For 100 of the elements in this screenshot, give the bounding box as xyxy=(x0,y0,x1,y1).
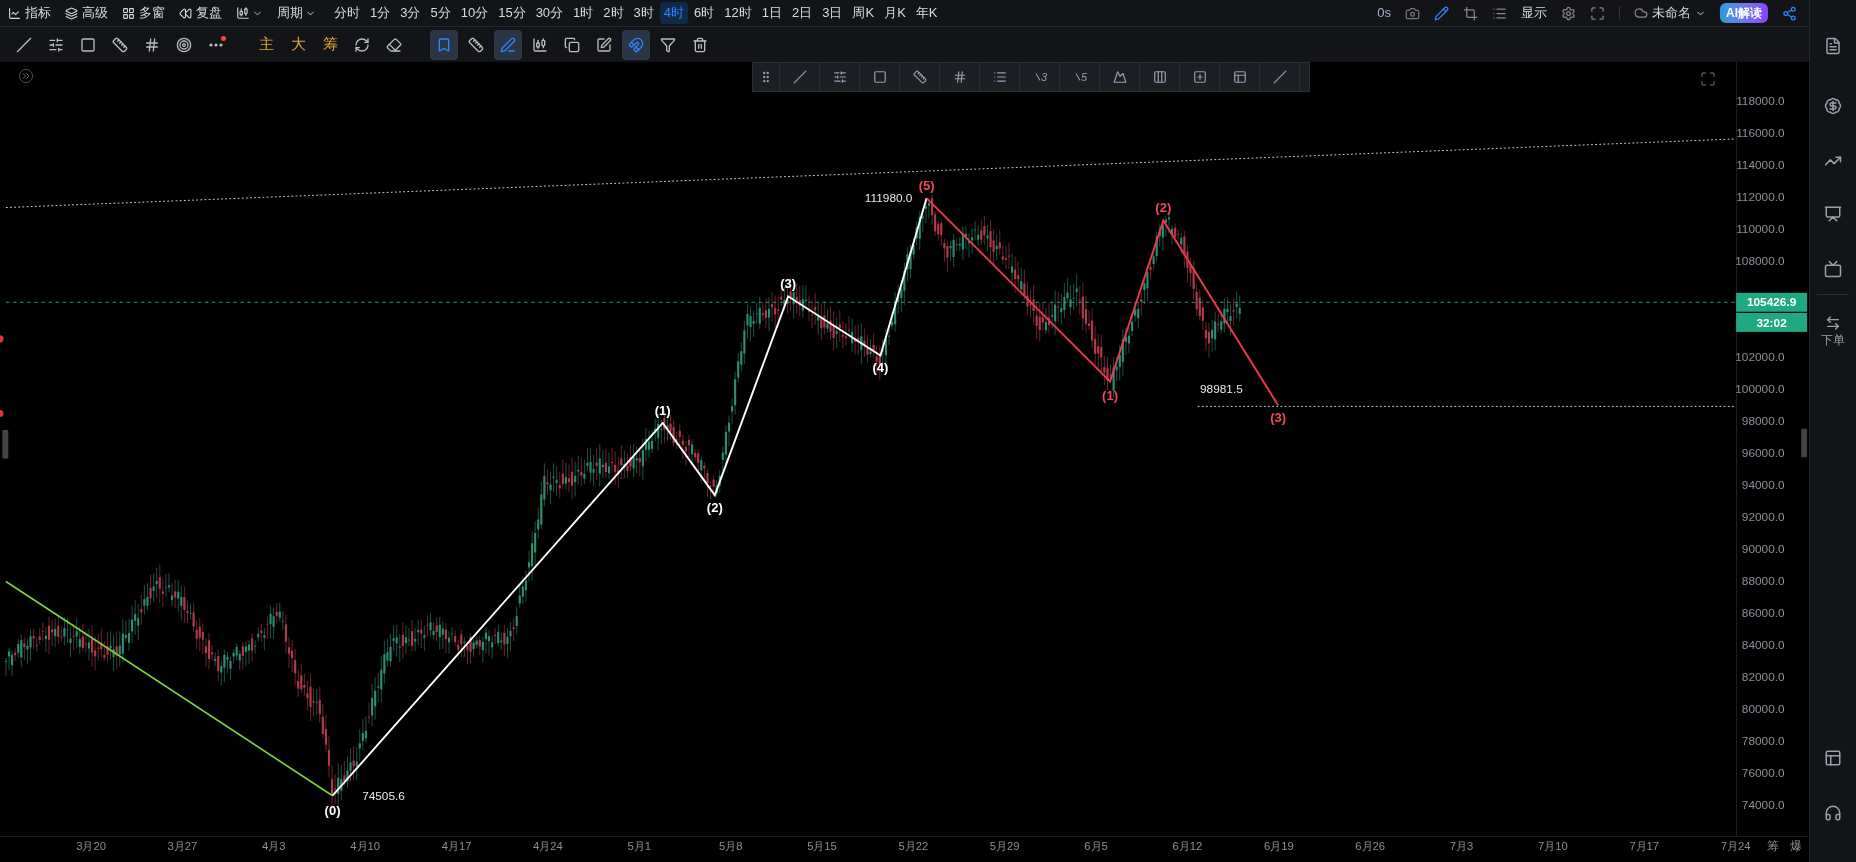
settings-icon[interactable] xyxy=(1561,5,1576,21)
target-icon xyxy=(176,36,192,53)
menu-icon xyxy=(122,6,135,20)
ruler-icon xyxy=(112,36,128,53)
timeframe-tab[interactable]: 5分 xyxy=(426,2,455,24)
tool-button[interactable]: 主 xyxy=(252,29,280,60)
wave-label: (4) xyxy=(872,360,889,376)
date-tick: 5月8 xyxy=(718,840,743,853)
timeframe-tab[interactable]: 3分 xyxy=(396,2,425,24)
timeframe-tab[interactable]: 1时 xyxy=(569,2,598,24)
timeframe-tab[interactable]: 12时 xyxy=(720,2,756,24)
layout-icon[interactable] xyxy=(1824,749,1842,767)
swap-icon xyxy=(1825,315,1841,331)
layout-name-dropdown[interactable]: 未命名 xyxy=(1634,3,1706,23)
pin-tool-button[interactable] xyxy=(430,29,458,60)
date-tick: 6月5 xyxy=(1084,840,1108,853)
fullscreen-icon[interactable] xyxy=(1590,5,1605,21)
timeframe-tab[interactable]: 30分 xyxy=(531,2,568,24)
crop-icon[interactable] xyxy=(1463,5,1478,21)
timeframe-tab[interactable]: 2日 xyxy=(788,2,817,24)
wave-tool-button[interactable]: 3 xyxy=(1019,63,1059,91)
price-tick: 74000.0 xyxy=(1741,798,1785,813)
grid-icon xyxy=(952,70,967,84)
timeframe-tab[interactable]: 年K xyxy=(911,2,942,24)
price-tick: 90000.0 xyxy=(1741,542,1785,557)
dollar-icon[interactable] xyxy=(1824,97,1842,115)
pen-icon xyxy=(500,36,516,53)
tool-button[interactable]: 筹 xyxy=(316,29,344,60)
axis-tab[interactable]: 爆 xyxy=(1790,839,1803,854)
timeframe-tab[interactable]: 月K xyxy=(880,2,910,24)
axis-tab[interactable]: 筹 xyxy=(1766,839,1779,854)
menu-button[interactable]: 多窗 xyxy=(122,3,165,23)
timeframe-tab[interactable]: 15分 xyxy=(494,2,530,24)
mountain-icon xyxy=(1112,70,1127,84)
price-tick: 84000.0 xyxy=(1741,638,1785,653)
date-tick: 7月10 xyxy=(1538,840,1568,853)
display-button[interactable]: 显示 xyxy=(1521,3,1547,23)
timeframe-tab[interactable]: 6时 xyxy=(690,2,719,24)
price-tick: 116000.0 xyxy=(1736,126,1785,141)
timeframe-tab[interactable]: 3时 xyxy=(629,2,658,24)
copy-icon xyxy=(564,36,580,53)
date-tick: 6月12 xyxy=(1172,840,1203,853)
menu-button[interactable]: 指标 xyxy=(8,3,51,23)
price-tick: 80000.0 xyxy=(1741,702,1785,717)
period-dropdown[interactable]: 周期 xyxy=(277,3,316,23)
date-tick: 5月22 xyxy=(898,840,929,853)
list-icon[interactable] xyxy=(1492,5,1507,21)
magnet-tool-button[interactable] xyxy=(622,29,650,60)
price-label: 111980.0 xyxy=(864,190,913,205)
pen-tool-button[interactable] xyxy=(494,29,522,60)
menu-button[interactable]: 复盘 xyxy=(179,3,222,23)
price-label: 74505.6 xyxy=(362,789,405,804)
wave-label: (3) xyxy=(1270,409,1287,425)
order-button[interactable]: 下单 xyxy=(1821,315,1845,349)
line-icon xyxy=(792,70,807,84)
chart-type-button[interactable] xyxy=(236,6,263,20)
date-tick: 7月17 xyxy=(1629,840,1660,853)
collapse-handle[interactable] xyxy=(1801,428,1808,458)
wave-label: (0) xyxy=(324,802,341,818)
menu-button[interactable]: 高级 xyxy=(65,3,108,23)
date-tick: 4月17 xyxy=(441,840,472,853)
wave-count: 3 xyxy=(1040,69,1048,85)
date-tick: 5月1 xyxy=(627,840,652,853)
timeframe-tab[interactable]: 10分 xyxy=(456,2,493,24)
timeframe-tab[interactable]: 1分 xyxy=(366,2,395,24)
wave-tool-button[interactable]: 5 xyxy=(1059,63,1099,91)
share-icon[interactable] xyxy=(1782,5,1797,21)
candles-icon xyxy=(532,36,548,53)
ai-button[interactable]: AI解读 xyxy=(1720,3,1768,23)
pencil-icon[interactable] xyxy=(1434,5,1449,21)
timeframe-tab[interactable]: 分时 xyxy=(330,2,364,24)
timeframe-tab[interactable]: 3日 xyxy=(818,2,847,24)
date-tick: 4月3 xyxy=(262,840,286,853)
collapse-handle[interactable] xyxy=(2,430,9,459)
magnet-icon xyxy=(628,36,644,53)
erase-icon xyxy=(386,36,402,53)
camera-icon[interactable] xyxy=(1405,5,1420,21)
wave-label: (3) xyxy=(780,276,797,292)
timeframe-tab[interactable]: 周K xyxy=(848,2,879,24)
price-tick: 110000.0 xyxy=(1736,222,1785,237)
headset-icon[interactable] xyxy=(1824,804,1842,822)
presentation-icon[interactable] xyxy=(1824,205,1842,223)
date-tick: 4月24 xyxy=(533,840,563,853)
rectangle-icon xyxy=(872,70,887,84)
date-tick: 7月24 xyxy=(1720,840,1751,853)
price-tick: 78000.0 xyxy=(1741,734,1785,749)
menu-icon xyxy=(8,6,21,20)
wave-label: (2) xyxy=(1155,200,1172,216)
notes-icon[interactable] xyxy=(1824,37,1842,55)
tool-button[interactable]: 大 xyxy=(284,29,312,60)
screen-icon[interactable] xyxy=(1824,260,1842,278)
sync-icon xyxy=(354,36,370,53)
timeframe-tab[interactable]: 1日 xyxy=(757,2,786,24)
timeframe-tab[interactable]: 2时 xyxy=(599,2,628,24)
plus-square-icon xyxy=(1192,70,1207,84)
line-icon xyxy=(16,36,32,53)
wave-label: (2) xyxy=(706,499,723,515)
price-tick: 96000.0 xyxy=(1741,446,1785,461)
price-tick: 92000.0 xyxy=(1741,510,1785,525)
timeframe-tab[interactable]: 4时 xyxy=(659,2,689,24)
